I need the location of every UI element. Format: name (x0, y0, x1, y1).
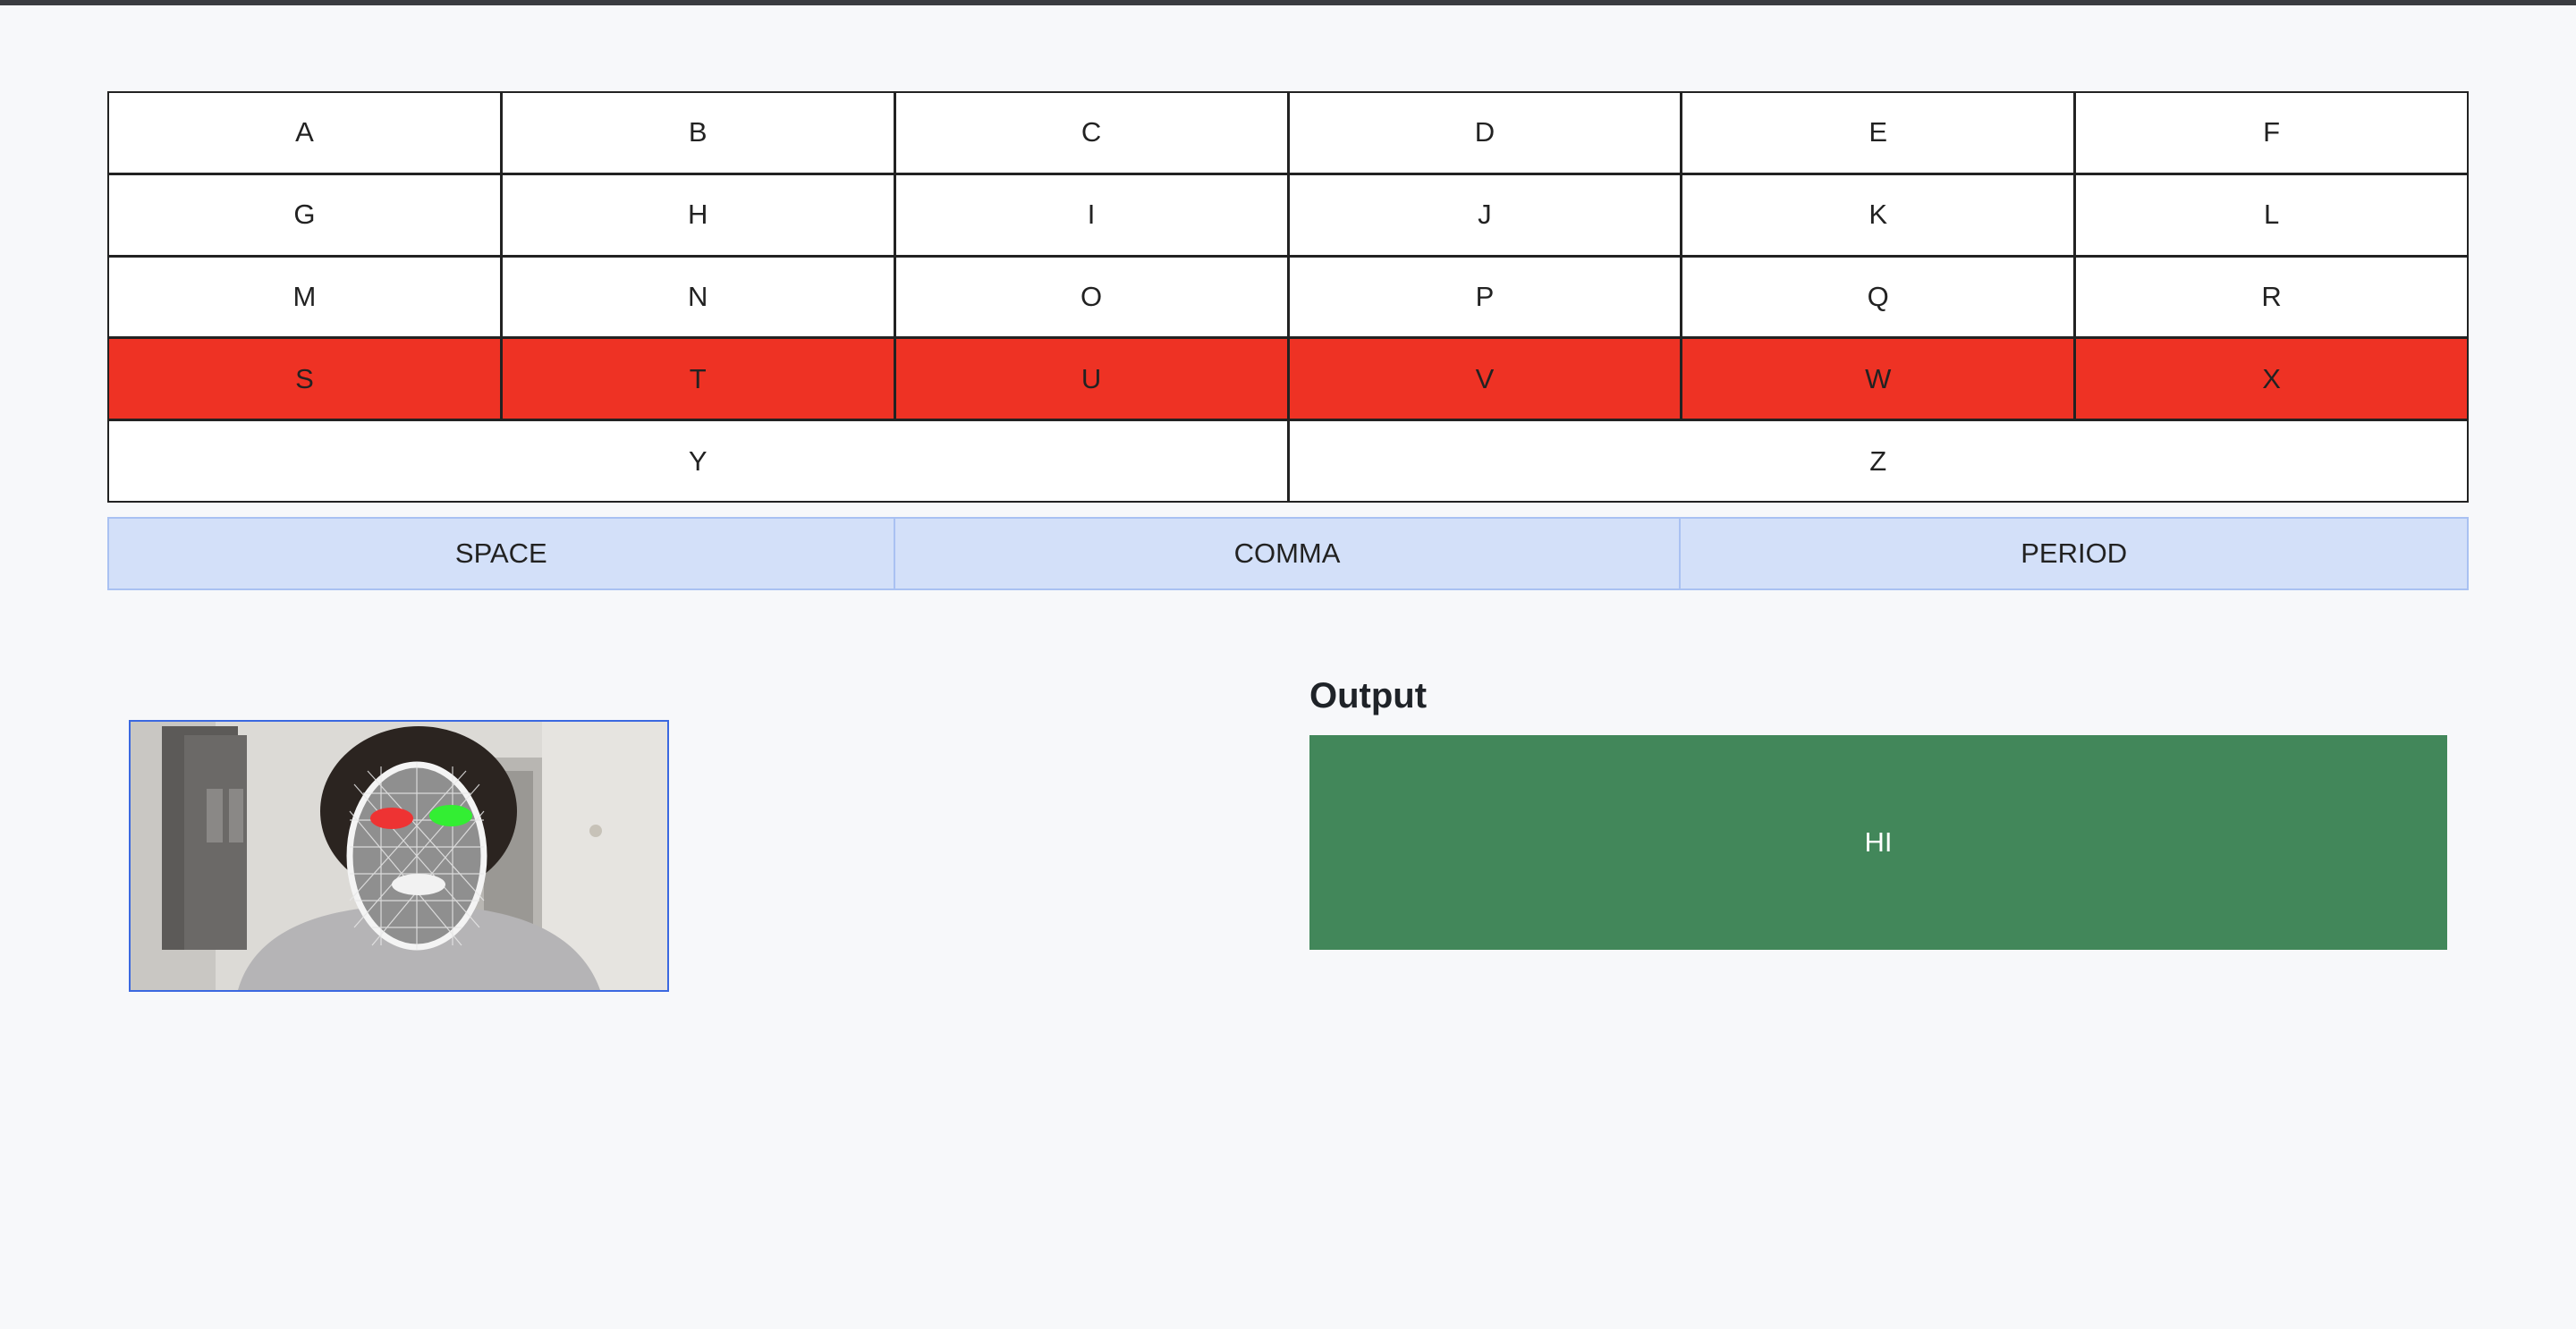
key-u[interactable]: U (895, 339, 1287, 419)
key-l[interactable]: L (2076, 174, 2467, 255)
punctuation-keys: SPACE COMMA PERIOD (107, 517, 2469, 590)
key-o[interactable]: O (895, 257, 1287, 337)
key-z[interactable]: Z (1289, 421, 2467, 501)
key-c[interactable]: C (895, 93, 1287, 173)
key-k[interactable]: K (1682, 174, 2074, 255)
key-f[interactable]: F (2076, 93, 2467, 173)
key-d[interactable]: D (1289, 93, 1681, 173)
top-bar (0, 0, 2576, 5)
output-heading: Output (1309, 676, 1428, 715)
key-w[interactable]: W (1682, 339, 2074, 419)
key-q[interactable]: Q (1682, 257, 2074, 337)
key-b[interactable]: B (502, 93, 894, 173)
key-a[interactable]: A (109, 93, 500, 173)
key-h[interactable]: H (502, 174, 894, 255)
key-s[interactable]: S (109, 339, 500, 419)
key-v[interactable]: V (1289, 339, 1681, 419)
key-t[interactable]: T (502, 339, 894, 419)
output-text-box: HI (1309, 735, 2447, 950)
letter-keyboard: A B C D E F G H I J K L M N O P Q R S T … (107, 91, 2469, 503)
key-e[interactable]: E (1682, 93, 2074, 173)
key-r[interactable]: R (2076, 257, 2467, 337)
comma-key[interactable]: COMMA (895, 519, 1682, 588)
key-j[interactable]: J (1289, 174, 1681, 255)
key-y[interactable]: Y (109, 421, 1287, 501)
key-g[interactable]: G (109, 174, 500, 255)
key-n[interactable]: N (502, 257, 894, 337)
key-i[interactable]: I (895, 174, 1287, 255)
space-key[interactable]: SPACE (109, 519, 895, 588)
webcam-image (131, 722, 667, 990)
webcam-feed (129, 720, 669, 992)
output-text: HI (1864, 826, 1893, 858)
key-m[interactable]: M (109, 257, 500, 337)
period-key[interactable]: PERIOD (1681, 519, 2467, 588)
key-p[interactable]: P (1289, 257, 1681, 337)
key-x[interactable]: X (2076, 339, 2467, 419)
